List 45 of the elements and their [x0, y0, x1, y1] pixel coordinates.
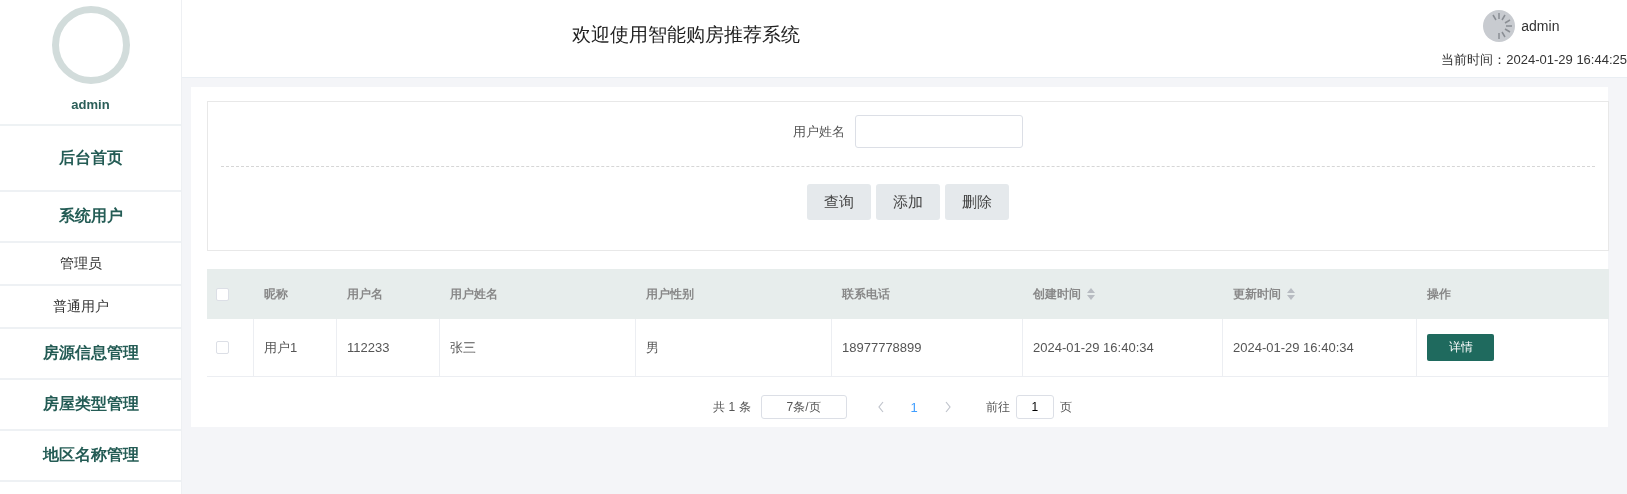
- menu-item[interactable]: 房屋类型管理: [0, 380, 181, 431]
- submenu-item[interactable]: 管理员: [0, 243, 181, 286]
- total-count: 共 1 条: [713, 398, 751, 416]
- goto-label: 前往: [985, 398, 1010, 416]
- goto-page-field[interactable]: 1: [1015, 395, 1054, 419]
- menu-item[interactable]: 地区名称管理: [0, 431, 181, 482]
- user-name: admin: [71, 97, 110, 112]
- menu-item[interactable]: 系统用户: [0, 192, 181, 243]
- column-header: 昵称: [264, 285, 288, 303]
- table-cell: 18977778899: [842, 340, 922, 355]
- column-header: 操作: [1427, 285, 1451, 303]
- menu-item[interactable]: 房源信息管理: [0, 329, 181, 380]
- column-header: 用户性别: [646, 285, 694, 303]
- sort-icon[interactable]: [1287, 288, 1295, 300]
- sort-icon[interactable]: [1087, 288, 1095, 300]
- loading-avatar-icon: [1483, 10, 1516, 42]
- table-cell: 男: [646, 338, 659, 357]
- table-cell: 2024-01-29 16:40:34: [1233, 340, 1354, 355]
- detail-button[interactable]: 详情: [1427, 334, 1494, 361]
- header-user-name: admin: [1521, 18, 1560, 34]
- table-cell: 112233: [347, 340, 390, 355]
- page-size-select[interactable]: 7条/页: [760, 395, 847, 419]
- next-page-icon[interactable]: [943, 401, 952, 413]
- current-time: 当前时间：2024-01-29 16:44:25: [1441, 51, 1627, 69]
- row-checkbox[interactable]: [216, 341, 229, 354]
- action-button[interactable]: 查询: [807, 184, 871, 220]
- table-cell: 2024-01-29 16:40:34: [1033, 340, 1154, 355]
- page-title: 欢迎使用智能购房推荐系统: [572, 23, 800, 47]
- table-cell: 张三: [450, 338, 476, 357]
- field-label: 用户姓名: [793, 122, 845, 141]
- table-cell: 用户1: [264, 338, 298, 357]
- column-header: 用户名: [347, 285, 383, 303]
- column-header: 联系电话: [842, 285, 890, 303]
- page-unit: 页: [1059, 398, 1072, 416]
- previous-page-icon[interactable]: [876, 401, 885, 413]
- avatar-ring-icon: [51, 6, 130, 84]
- action-button[interactable]: 删除: [945, 184, 1009, 220]
- column-header: 用户姓名: [450, 285, 498, 303]
- column-header: 更新时间: [1233, 285, 1281, 303]
- menu-item[interactable]: 后台首页: [0, 126, 181, 192]
- select-all-checkbox[interactable]: [216, 287, 229, 301]
- action-button[interactable]: 添加: [876, 184, 940, 220]
- column-header: 创建时间: [1033, 285, 1081, 303]
- name-input-field[interactable]: [855, 115, 1023, 148]
- submenu-item[interactable]: 普通用户: [0, 286, 181, 329]
